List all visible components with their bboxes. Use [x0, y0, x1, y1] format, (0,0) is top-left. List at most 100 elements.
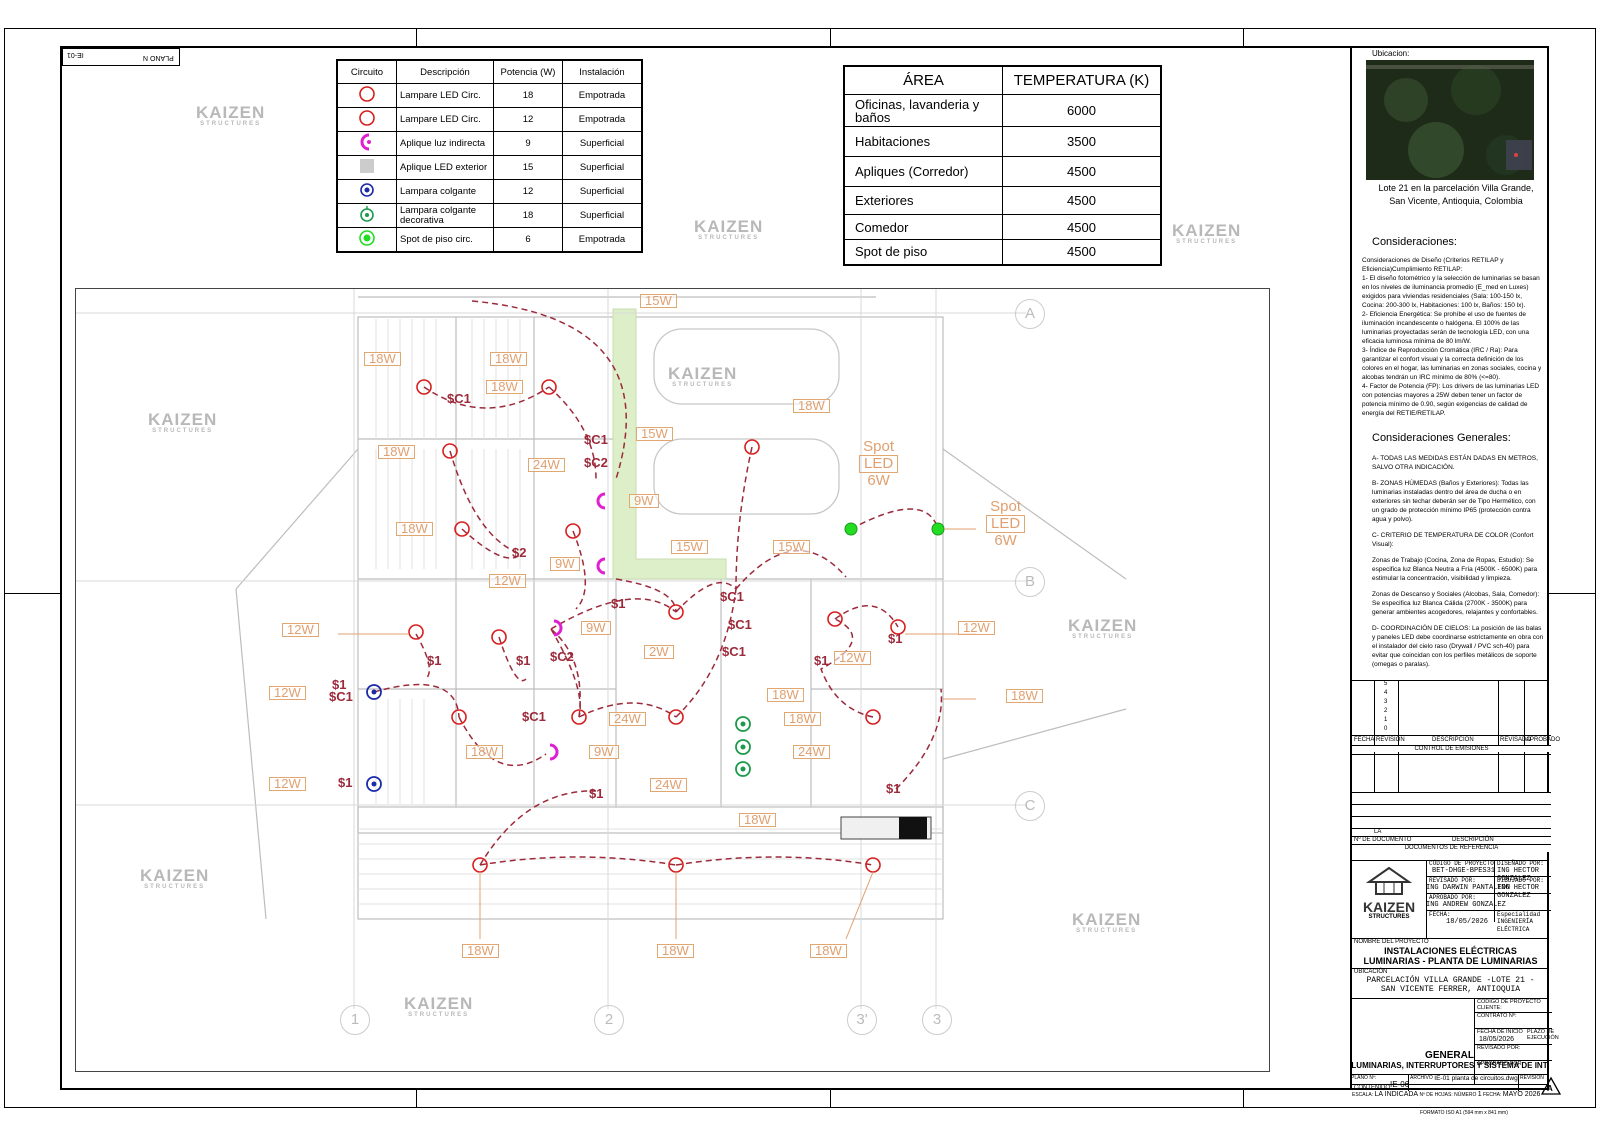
- switch-label: $C1: [722, 644, 746, 659]
- plan-number: IE-06: [1390, 1080, 1410, 1089]
- title-block: Ubicacion: Lote 21 en la parcelación Vil…: [1350, 46, 1560, 1091]
- legend-row: Aplique LED exterior 15 Superficial: [336, 155, 643, 180]
- content-subtitle: LUMINARIAS, INTERRUPTORES Y SISTEMA DE I…: [1351, 1061, 1548, 1070]
- file-name: IE-01 planta de circuitos.dwg: [1434, 1075, 1518, 1082]
- legend-install: Empotrada: [562, 107, 643, 132]
- mirrored-stamp: IE-01 PLANO N: [62, 48, 180, 66]
- frame-tick: [416, 28, 417, 46]
- temp-area: Oficinas, lavanderia y baños: [843, 94, 1003, 127]
- wattage-label: 18W: [466, 745, 503, 759]
- switch-label: $C1: [584, 432, 608, 447]
- consideraciones-title: Consideraciones:: [1372, 236, 1457, 248]
- revision-letter: A: [1547, 1084, 1553, 1093]
- decorative-pendants: [735, 716, 751, 777]
- drafter: ING HECTOR GONZALEZ: [1497, 884, 1540, 900]
- wattage-label: 18W: [462, 944, 499, 958]
- floor-plan-drawing: A B C 1 2 3' 3 Spot LED 6W Spot LED 6W KAIZE…: [75, 288, 1270, 1072]
- wattage-label: 12W: [269, 777, 306, 791]
- temp-row: Habitaciones 3500: [843, 126, 1162, 157]
- temp-row: Exteriores 4500: [843, 186, 1162, 215]
- switch-label: $1: [589, 786, 604, 801]
- content-block: GENERAL LUMINARIAS, INTERRUPTORES Y SIST…: [1350, 1050, 1549, 1071]
- switch-label: $1: [611, 596, 626, 611]
- switch-label: $C1: [447, 391, 471, 406]
- wattage-label: 18W: [1006, 689, 1043, 703]
- wattage-label: 15W: [773, 540, 810, 554]
- kaizen-watermark: KAIZEN STRUCTURES: [196, 103, 266, 127]
- temp-header-kelvin: TEMPERATURA (K): [1002, 65, 1162, 95]
- revision-header: REVISIÓN: [1376, 737, 1405, 743]
- floor-spots: [844, 522, 945, 536]
- revision-table: 5 4 3 2 1 0 FECHA REVISIÓN DESCRIPCIÓN R…: [1352, 680, 1560, 792]
- wattage-label: 24W: [650, 778, 687, 792]
- wall-sconce-icon: [360, 133, 371, 151]
- wattage-label: 12W: [958, 621, 995, 635]
- temp-value: 4500: [1002, 156, 1162, 187]
- kaizen-watermark: KAIZEN STRUCTURES: [1172, 221, 1242, 245]
- temp-area: Spot de piso: [843, 239, 1003, 265]
- kaizen-watermark: KAIZEN STRUCTURES: [1068, 616, 1138, 640]
- kaizen-watermark: KAIZEN STRUCTURES: [694, 217, 764, 241]
- switch-label: $1: [338, 775, 353, 790]
- revision-number: 2: [1384, 708, 1388, 714]
- docs-ref: DOCUMENTOS DE REFERENCIA: [1404, 845, 1499, 851]
- legend-row: Aplique luz indirecta 9 Superficial: [336, 131, 643, 156]
- legend-row: Lampare LED Circ. 12 Empotrada: [336, 107, 643, 132]
- legend-power: 9: [493, 131, 563, 156]
- legend-desc: Lampare LED Circ.: [396, 83, 494, 108]
- cooktop: [899, 817, 927, 839]
- wattage-label: 18W: [378, 445, 415, 459]
- revision-number: 1: [1384, 717, 1388, 723]
- sheet-info-row: PLANO Nº: IE-06 ARCHIVO IE-01 planta de …: [1350, 1074, 1549, 1091]
- switch-label: $C1: [720, 589, 744, 604]
- wattage-label: 15W: [640, 294, 677, 308]
- ubicacion-label: Ubicacion:: [1372, 49, 1410, 58]
- revision-number: 4: [1384, 690, 1388, 696]
- legend-install: Superficial: [562, 179, 643, 204]
- wattage-label: 2W: [644, 645, 674, 659]
- legend-install: Empotrada: [562, 83, 643, 108]
- temp-value: 4500: [1002, 239, 1162, 265]
- switch-label: $C1: [728, 617, 752, 632]
- legend-header-installation: Instalación: [562, 59, 643, 84]
- legend-power: 18: [493, 83, 563, 108]
- client-block: CÓDIGO DE PROYECTO CLIENTE: CONTRATO Nº:…: [1474, 998, 1559, 1084]
- wattage-label: 18W: [396, 522, 433, 536]
- decorative-pendant-icon: [360, 206, 374, 222]
- legend-row: Spot de piso circ. 6 Empotrada: [336, 227, 643, 253]
- temp-value: 6000: [1002, 94, 1162, 127]
- red-ring-icon: [359, 110, 375, 126]
- generales-block: A- TODAS LAS MEDIDAS ESTÁN DADAS EN METR…: [1372, 455, 1544, 668]
- format-note: FORMATO ISO A1 (594 mm x 841 mm): [1420, 1110, 1508, 1116]
- revision-number: 3: [1384, 699, 1388, 705]
- la-label: LA: [1374, 829, 1382, 835]
- generales-title: Consideraciones Generales:: [1372, 432, 1511, 444]
- legend-desc: Aplique LED exterior: [396, 155, 494, 180]
- exterior-light-icon: [360, 159, 374, 173]
- legend-desc: Lampara colgante decorativa: [396, 203, 494, 228]
- switch-label: $1: [888, 631, 903, 646]
- wattage-label: 18W: [490, 352, 527, 366]
- axis-bubble-c: C: [1015, 791, 1045, 821]
- red-ring-icon: [408, 624, 424, 640]
- kaizen-watermark: KAIZEN STRUCTURES: [404, 994, 474, 1018]
- wattage-label: 18W: [657, 944, 694, 958]
- spot-led-label: Spot LED 6W: [859, 439, 899, 489]
- ubicacion-caption: Lote 21 en la parcelación Villa Grande, …: [1378, 183, 1534, 206]
- axis-bubble-2: 2: [594, 1005, 624, 1035]
- revision-number: 0: [1384, 726, 1388, 732]
- legend-power: 6: [493, 227, 563, 253]
- temp-area: Apliques (Corredor): [843, 156, 1003, 187]
- legend-header-circuit: Circuito: [336, 59, 397, 84]
- switch-label: $1: [332, 677, 347, 692]
- doc-header: Nº DE DOCUMENTO: [1354, 837, 1412, 843]
- satellite-map-icon: [1366, 60, 1534, 180]
- axis-bubble-3: 3: [922, 1005, 952, 1035]
- axis-bubble-a: A: [1015, 299, 1045, 329]
- wattage-label: 12W: [282, 623, 319, 637]
- switch-label: $1: [814, 653, 829, 668]
- temp-area: Exteriores: [843, 186, 1003, 215]
- wattage-label: 18W: [784, 712, 821, 726]
- frame-tick: [1243, 28, 1244, 46]
- content-title: GENERAL: [1425, 1050, 1474, 1061]
